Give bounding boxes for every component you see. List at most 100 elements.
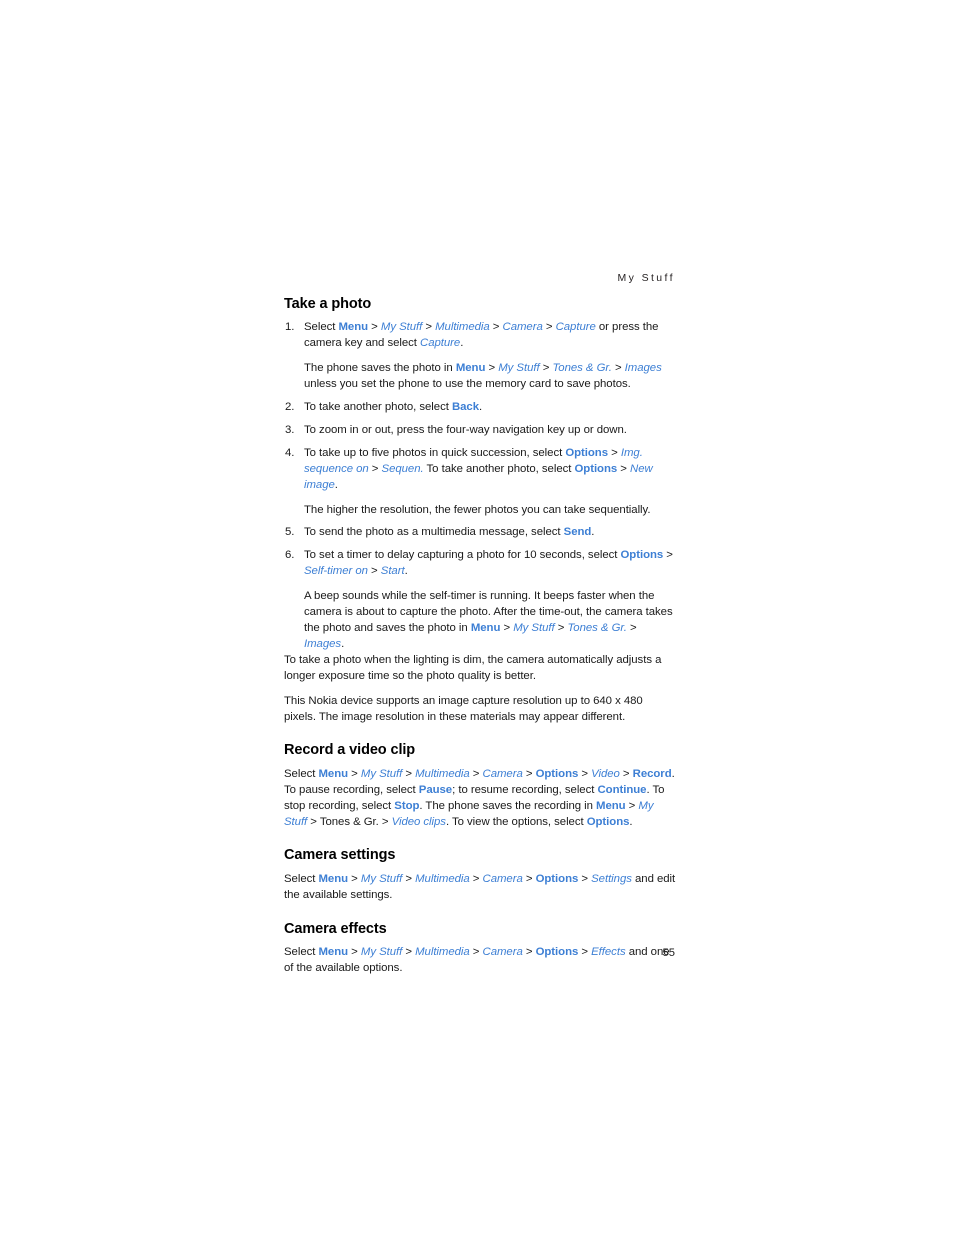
ui-settings[interactable]: Settings: [591, 873, 632, 885]
step-text: To send the photo as a multimedia messag…: [304, 525, 676, 541]
ui-my-stuff[interactable]: My Stuff: [361, 768, 402, 780]
note-tail: .: [341, 637, 345, 650]
list-item: 4. To take up to five photos in quick su…: [284, 446, 676, 519]
ui-tones-and-gr[interactable]: Tones & Gr.: [552, 362, 611, 374]
step-text: Select Menu > My Stuff > Multimedia > Ca…: [304, 320, 676, 352]
ui-images[interactable]: Images: [625, 362, 662, 374]
separator: >: [611, 362, 625, 375]
step-mid: To take another photo, select: [423, 462, 575, 475]
step-lead: Select: [304, 321, 339, 334]
separator: >: [348, 767, 361, 780]
step-note: The higher the resolution, the fewer pho…: [304, 503, 651, 516]
step-period: .: [460, 337, 464, 350]
ui-stop[interactable]: Stop: [394, 800, 419, 812]
lead-text: Select: [284, 872, 319, 885]
ui-capture[interactable]: Capture: [556, 321, 596, 333]
ui-video[interactable]: Video: [591, 768, 620, 780]
ui-start[interactable]: Start: [381, 565, 405, 577]
separator: >: [422, 321, 436, 334]
note-tail: unless you set the phone to use the memo…: [304, 378, 631, 391]
step-number: 5.: [285, 526, 295, 539]
ui-menu[interactable]: Menu: [338, 321, 368, 333]
separator: >: [402, 767, 416, 780]
ui-camera[interactable]: Camera: [483, 873, 523, 885]
separator: >: [348, 872, 361, 885]
separator: >: [578, 767, 592, 780]
ui-camera[interactable]: Camera: [483, 768, 523, 780]
ui-menu[interactable]: Menu: [456, 362, 486, 374]
step-number: 1.: [285, 321, 295, 334]
ui-sequen[interactable]: Sequen.: [382, 463, 424, 475]
page-title: Camera settings: [284, 847, 396, 864]
separator: >: [368, 321, 381, 334]
step-number: 2.: [285, 401, 295, 414]
ui-capture-2[interactable]: Capture: [420, 337, 460, 349]
step-lead: To take another photo, select: [304, 401, 452, 414]
page-title: Camera effects: [284, 920, 387, 937]
text-segment: ; to resume recording, select: [452, 783, 598, 796]
ui-multimedia[interactable]: Multimedia: [415, 768, 470, 780]
section-record-a-video-clip: Record a video clip Select Menu > My Stu…: [284, 742, 676, 830]
separator: >: [617, 462, 631, 475]
step-number: 3.: [285, 423, 295, 436]
ui-options-2[interactable]: Options: [587, 816, 630, 828]
ui-self-timer-on[interactable]: Self-timer on: [304, 565, 368, 577]
manual-page: My Stuff Take a photo 1. Select Menu > M…: [0, 0, 954, 1235]
ui-back[interactable]: Back: [452, 401, 479, 413]
ui-my-stuff[interactable]: My Stuff: [498, 362, 539, 374]
list-item: 3. To zoom in or out, press the four-way…: [284, 423, 676, 439]
running-header: My Stuff: [617, 272, 675, 284]
page-title: Take a photo: [284, 296, 372, 312]
step-note: A beep sounds while the self-timer is ru…: [304, 589, 676, 653]
ui-pause[interactable]: Pause: [419, 784, 452, 796]
step-text: To take another photo, select Back.: [304, 400, 676, 416]
ui-menu[interactable]: Menu: [318, 768, 348, 780]
step-text: To zoom in or out, press the four-way na…: [304, 423, 627, 436]
ui-menu-2[interactable]: Menu: [596, 800, 626, 812]
separator: >: [367, 565, 381, 578]
step-tail: .: [334, 478, 338, 491]
lead-text: Select: [284, 767, 319, 780]
separator: >: [625, 799, 639, 812]
text-segment: .: [629, 815, 633, 828]
list-item: 6. To set a timer to delay capturing a p…: [284, 548, 676, 652]
section-take-a-photo: Take a photo 1. Select Menu > My Stuff >…: [284, 296, 676, 725]
ui-options[interactable]: Options: [536, 873, 579, 885]
separator: >: [500, 621, 514, 634]
paragraph-resolution: This Nokia device supports an image capt…: [284, 694, 643, 723]
ui-menu[interactable]: Menu: [318, 873, 348, 885]
steps-list: 1. Select Menu > My Stuff > Multimedia >…: [284, 320, 676, 652]
ui-my-stuff[interactable]: My Stuff: [513, 622, 554, 634]
ui-multimedia[interactable]: Multimedia: [435, 321, 490, 333]
separator: >: [381, 815, 392, 828]
step-lead: To send the photo as a multimedia messag…: [304, 526, 564, 539]
ui-record[interactable]: Record: [633, 768, 672, 780]
step-tail: .: [478, 401, 483, 414]
step-number: 6.: [285, 549, 295, 562]
ui-my-stuff[interactable]: My Stuff: [361, 873, 402, 885]
ui-video-clips[interactable]: Video clips: [392, 816, 446, 828]
separator: >: [578, 872, 592, 885]
ui-options[interactable]: Options: [536, 768, 579, 780]
separator: >: [608, 446, 621, 459]
step-tail: .: [404, 565, 408, 578]
step-lead: To set a timer to delay capturing a phot…: [304, 549, 621, 562]
paragraph-record-steps: Select Menu > My Stuff > Multimedia > Ca…: [284, 767, 676, 831]
page-title: Record a video clip: [284, 742, 416, 759]
paragraph-camera-settings: Select Menu > My Stuff > Multimedia > Ca…: [284, 872, 676, 904]
ui-tones-and-gr[interactable]: Tones & Gr.: [567, 622, 626, 634]
ui-images[interactable]: Images: [304, 638, 341, 650]
ui-multimedia[interactable]: Multimedia: [415, 873, 470, 885]
ui-options[interactable]: Options: [565, 447, 608, 459]
ui-my-stuff[interactable]: My Stuff: [381, 321, 422, 333]
ui-continue[interactable]: Continue: [597, 784, 646, 796]
page-number: 55: [662, 947, 675, 959]
separator: >: [542, 321, 556, 334]
ui-camera[interactable]: Camera: [503, 321, 543, 333]
ui-menu[interactable]: Menu: [471, 622, 501, 634]
ui-send[interactable]: Send: [564, 526, 592, 538]
paragraph-low-light: To take a photo when the lighting is dim…: [284, 653, 662, 682]
ui-options-2[interactable]: Options: [574, 463, 617, 475]
ui-options[interactable]: Options: [621, 549, 664, 561]
separator: >: [489, 321, 503, 334]
